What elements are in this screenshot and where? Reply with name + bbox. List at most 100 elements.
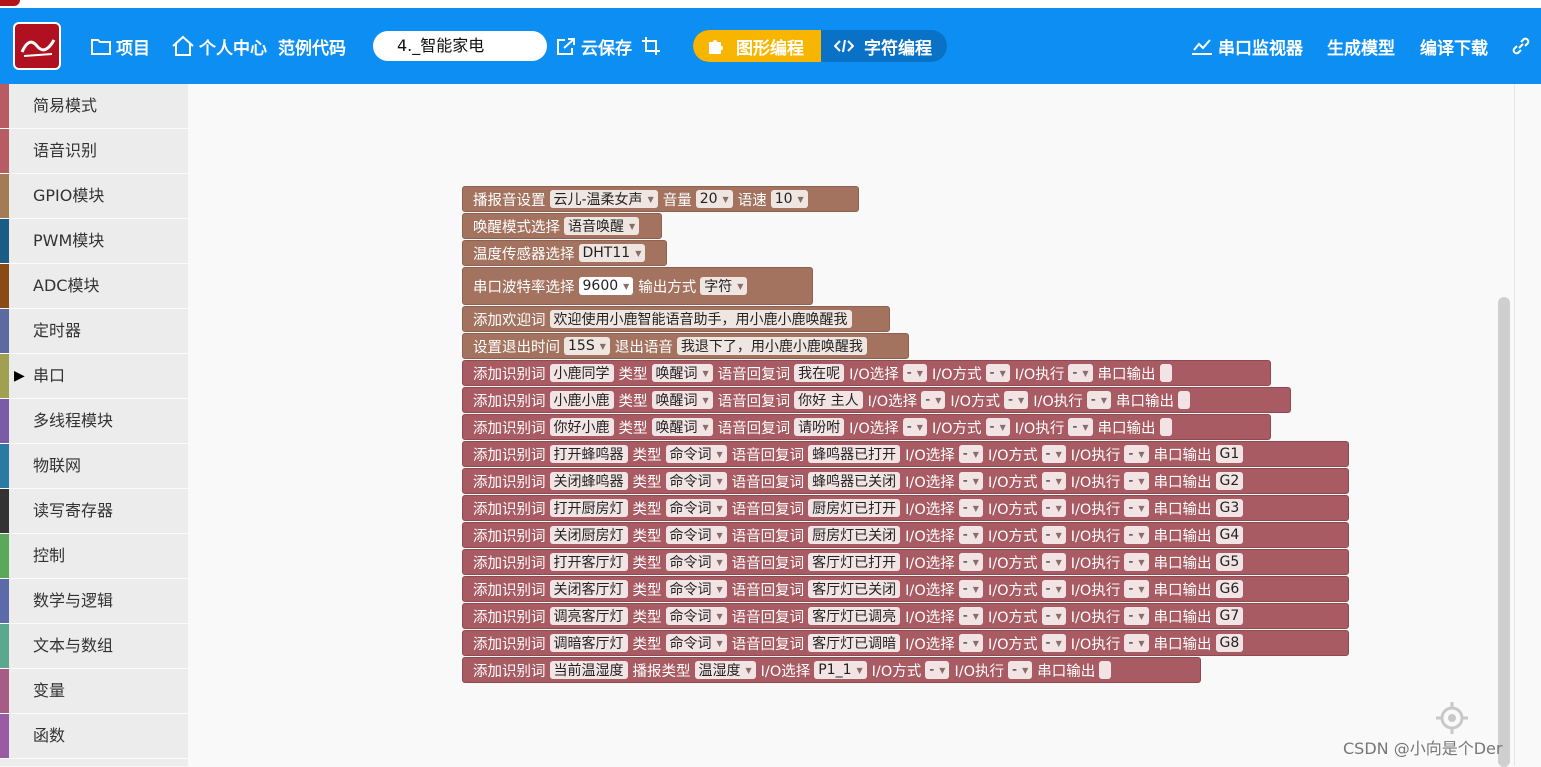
graphic-mode-button[interactable]: 图形编程 [693, 30, 821, 62]
block-welcome[interactable]: 添加欢迎词 欢迎使用小鹿智能语音助手，用小鹿小鹿唤醒我 [462, 306, 890, 332]
block-dropdown[interactable]: - ▼ [1124, 526, 1149, 544]
block-text-field[interactable]: 客厅灯已打开 [808, 553, 901, 571]
block-dropdown[interactable]: 命令词 ▼ [665, 580, 727, 598]
block-text-field[interactable]: 小鹿小鹿 [549, 391, 614, 409]
block-text-field[interactable]: 打开蜂鸣器 [549, 445, 628, 463]
block-dropdown[interactable]: - ▼ [1041, 634, 1066, 652]
block-dropdown[interactable]: P1_1 ▼ [814, 661, 867, 679]
block-empty-field[interactable] [1178, 391, 1190, 409]
sidebar-item[interactable]: 语音识别 [0, 129, 188, 174]
block-text-field[interactable]: 厨房灯已打开 [808, 499, 901, 517]
sidebar-item[interactable]: 数学与逻辑 [0, 579, 188, 624]
block-dropdown[interactable]: - ▼ [902, 418, 927, 436]
block-text-field[interactable]: 厨房灯已关闭 [808, 526, 901, 544]
block-dropdown[interactable]: - ▼ [1041, 553, 1066, 571]
block-dropdown[interactable]: 15S ▼ [564, 337, 610, 355]
block-recognition-word[interactable]: 添加识别词 打开客厅灯 类型 命令词 ▼ 语音回复词 客厅灯已打开 I/O选择 - ▼ I/O方式 -… [462, 549, 1349, 575]
sidebar-item[interactable]: 读写寄存器 [0, 489, 188, 534]
compile-download-button[interactable]: 编译下载 [1420, 34, 1488, 59]
sidebar-item[interactable]: GPIO模块 [0, 174, 188, 219]
block-dropdown[interactable]: - ▼ [958, 526, 983, 544]
block-exit-time[interactable]: 设置退出时间 15S ▼ 退出语音 我退下了，用小鹿小鹿唤醒我 [462, 333, 909, 359]
block-dropdown[interactable]: 温湿度 ▼ [694, 661, 756, 679]
block-dropdown[interactable]: - ▼ [925, 661, 950, 679]
block-recognition-word[interactable]: 添加识别词 关闭客厅灯 类型 命令词 ▼ 语音回复词 客厅灯已关闭 I/O选择 - ▼ I/O方式 -… [462, 576, 1349, 602]
block-dropdown[interactable]: 命令词 ▼ [665, 472, 727, 490]
block-dropdown[interactable]: - ▼ [958, 580, 983, 598]
block-dropdown[interactable]: - ▼ [1124, 472, 1149, 490]
block-dropdown[interactable]: 唤醒词 ▼ [651, 391, 713, 409]
block-dropdown[interactable]: - ▼ [1124, 445, 1149, 463]
block-dropdown[interactable]: - ▼ [1041, 472, 1066, 490]
sidebar-item[interactable]: 函数 [0, 714, 188, 759]
block-dropdown[interactable]: - ▼ [921, 391, 946, 409]
block-text-field[interactable]: 打开厨房灯 [549, 499, 628, 517]
block-text-field[interactable]: G5 [1215, 553, 1244, 571]
block-text-field[interactable]: 蜂鸣器已打开 [808, 445, 901, 463]
block-recognition-word[interactable]: 添加识别词 小鹿同学 类型 唤醒词 ▼ 语音回复词 我在呢 I/O选择 - ▼ I/O方式 - ▼ I/O… [462, 360, 1271, 386]
block-dropdown[interactable]: - ▼ [1003, 391, 1029, 409]
sidebar-item[interactable]: 变量 [0, 669, 188, 714]
block-temp-sensor[interactable]: 温度传感器选择 DHT11 ▼ [462, 240, 667, 266]
block-dropdown[interactable]: - ▼ [958, 499, 983, 517]
block-recognition-word[interactable]: 添加识别词 打开厨房灯 类型 命令词 ▼ 语音回复词 厨房灯已打开 I/O选择 - ▼ I/O方式 -… [462, 495, 1349, 521]
sidebar-item[interactable]: ▶ 串口 [0, 354, 188, 399]
block-dropdown[interactable]: - ▼ [985, 364, 1010, 382]
block-empty-field[interactable] [1159, 418, 1172, 436]
block-dropdown[interactable]: - ▼ [1041, 526, 1066, 544]
cloud-save-button[interactable]: 云保存 [555, 34, 632, 59]
block-dropdown[interactable]: - ▼ [958, 445, 983, 463]
vertical-scrollbar-track[interactable] [1514, 84, 1541, 766]
block-dropdown[interactable]: 云儿-温柔女声 ▼ [549, 190, 658, 208]
block-text-field[interactable]: 打开客厅灯 [549, 553, 628, 571]
block-temp-humidity[interactable]: 添加识别词 当前温湿度 播报类型 温湿度 ▼ I/O选择 P1_1 ▼ I/O方式 - ▼ I/O执行… [462, 657, 1201, 683]
block-recognition-word[interactable]: 添加识别词 关闭蜂鸣器 类型 命令词 ▼ 语音回复词 蜂鸣器已关闭 I/O选择 - ▼ I/O方式 -… [462, 468, 1349, 494]
crop-button[interactable] [641, 34, 665, 58]
block-dropdown[interactable]: 命令词 ▼ [665, 634, 727, 652]
block-dropdown[interactable]: 10 ▼ [770, 190, 808, 208]
block-dropdown[interactable]: - ▼ [1068, 364, 1093, 382]
block-dropdown[interactable]: - ▼ [1041, 580, 1066, 598]
block-recognition-word[interactable]: 添加识别词 关闭厨房灯 类型 命令词 ▼ 语音回复词 厨房灯已关闭 I/O选择 - ▼ I/O方式 -… [462, 522, 1349, 548]
block-dropdown[interactable]: 唤醒词 ▼ [651, 418, 713, 436]
nav-user-center[interactable]: 个人中心 [171, 34, 267, 59]
sidebar-item[interactable]: 简易模式 [0, 84, 188, 129]
block-dropdown[interactable]: 20 ▼ [695, 190, 733, 208]
block-text-field[interactable]: 蜂鸣器已关闭 [808, 472, 901, 490]
block-dropdown[interactable]: - ▼ [958, 472, 983, 490]
block-dropdown[interactable]: 命令词 ▼ [665, 526, 727, 544]
block-text-field[interactable]: 小鹿同学 [549, 364, 614, 382]
block-dropdown[interactable]: - ▼ [1086, 391, 1111, 409]
block-dropdown[interactable]: 命令词 ▼ [665, 499, 727, 517]
sidebar-item[interactable]: PWM模块 [0, 219, 188, 264]
block-dropdown[interactable]: DHT11 ▼ [578, 244, 646, 262]
block-text-field[interactable]: G1 [1215, 445, 1244, 463]
block-dropdown[interactable]: - ▼ [1041, 607, 1066, 625]
recenter-icon[interactable] [1434, 700, 1470, 736]
block-dropdown[interactable]: - ▼ [985, 418, 1010, 436]
block-dropdown[interactable]: - ▼ [1124, 634, 1149, 652]
sidebar-item[interactable]: 定时器 [0, 309, 188, 354]
block-text-field[interactable]: G2 [1215, 472, 1244, 490]
block-text-field[interactable]: 欢迎使用小鹿智能语音助手，用小鹿小鹿唤醒我 [549, 310, 852, 328]
block-recognition-word[interactable]: 添加识别词 打开蜂鸣器 类型 命令词 ▼ 语音回复词 蜂鸣器已打开 I/O选择 - ▼ I/O方式 -… [462, 441, 1349, 467]
block-text-field[interactable]: 你好 主人 [794, 391, 863, 409]
nav-project[interactable]: 项目 [90, 34, 150, 59]
block-dropdown[interactable]: - ▼ [1124, 553, 1149, 571]
block-dropdown[interactable]: - ▼ [1124, 580, 1149, 598]
vertical-scrollbar-thumb[interactable] [1498, 297, 1510, 767]
block-text-field[interactable]: 客厅灯已调暗 [808, 634, 901, 652]
serial-monitor-button[interactable]: 串口监视器 [1190, 34, 1303, 59]
block-recognition-word[interactable]: 添加识别词 调暗客厅灯 类型 命令词 ▼ 语音回复词 客厅灯已调暗 I/O选择 - ▼ I/O方式 -… [462, 630, 1349, 656]
text-mode-button[interactable]: 字符编程 [821, 30, 947, 62]
link-button[interactable] [1510, 34, 1536, 58]
project-name-input[interactable]: 4._智能家电 [373, 31, 547, 61]
block-dropdown[interactable]: - ▼ [1041, 499, 1066, 517]
block-dropdown[interactable]: 语音唤醒 ▼ [564, 217, 640, 235]
block-recognition-word[interactable]: 添加识别词 小鹿小鹿 类型 唤醒词 ▼ 语音回复词 你好 主人 I/O选择 - ▼ I/O方式 - ▼ I… [462, 387, 1291, 413]
block-dropdown[interactable]: - ▼ [958, 634, 983, 652]
block-text-field[interactable]: G4 [1215, 526, 1244, 544]
block-text-field[interactable]: 我在呢 [794, 364, 845, 382]
block-dropdown[interactable]: - ▼ [1124, 607, 1149, 625]
sidebar-item[interactable]: 文本与数组 [0, 624, 188, 669]
